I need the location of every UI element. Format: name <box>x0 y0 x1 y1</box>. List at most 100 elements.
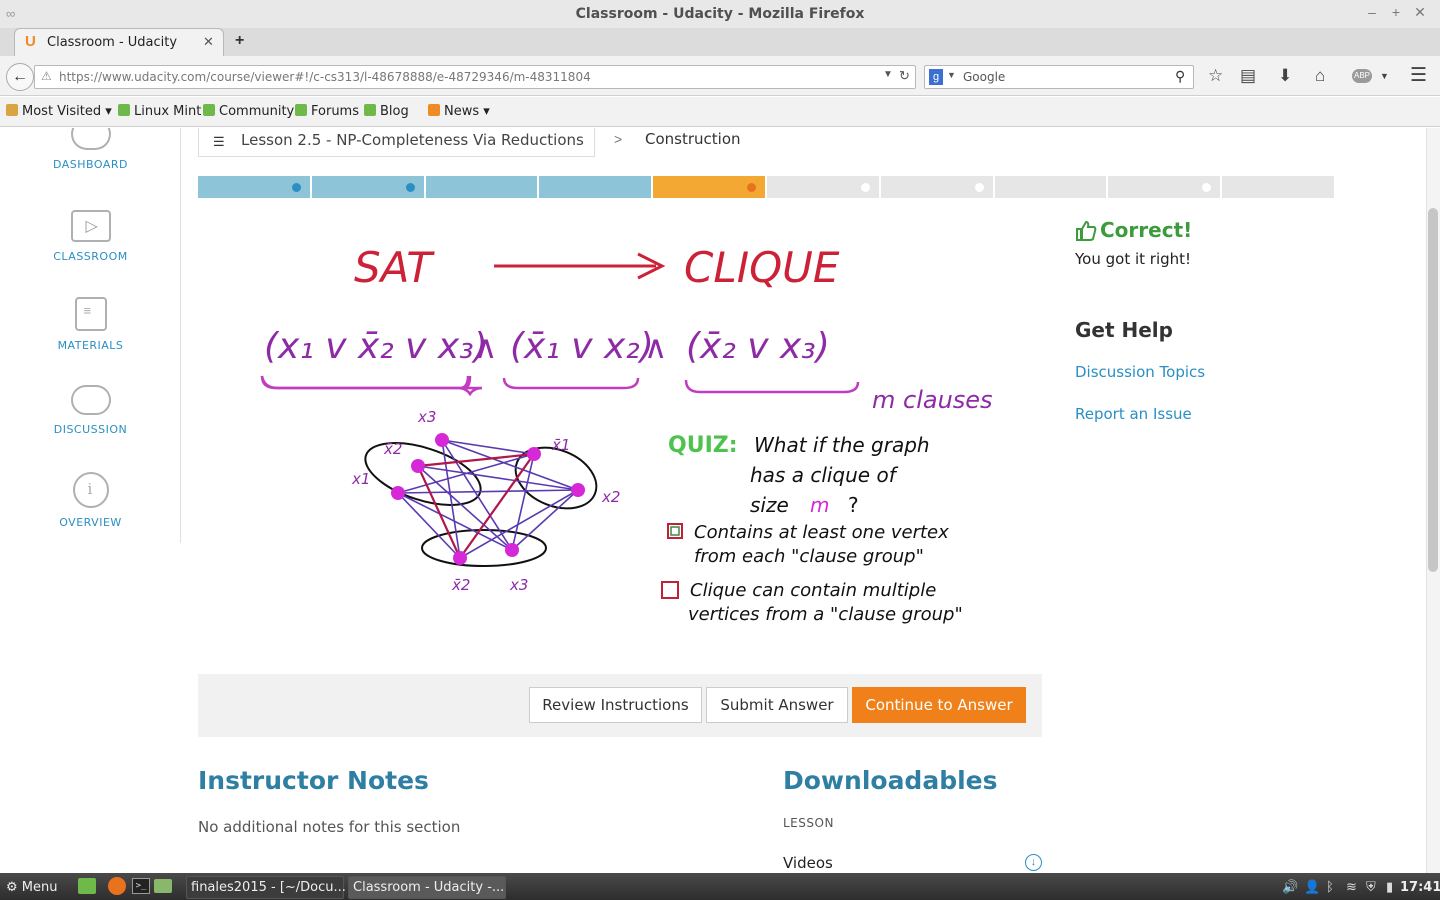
bookmark-forums[interactable]: Forums <box>295 104 359 119</box>
info-icon: i <box>72 472 109 508</box>
quiz-question-mark: ? <box>848 493 859 517</box>
brace-1b <box>260 375 470 390</box>
progress-segment[interactable] <box>198 176 310 198</box>
downloads-icon[interactable]: ⬇ <box>1278 66 1292 86</box>
submit-answer-button[interactable]: Submit Answer <box>706 687 848 723</box>
sidebar-item-classroom[interactable]: ▷ CLASSROOM <box>0 210 181 263</box>
instructor-notes-text: No additional notes for this section <box>198 818 461 836</box>
brace-2 <box>502 377 640 390</box>
brace-3 <box>684 379 860 394</box>
close-window-icon[interactable]: ✕ <box>1410 4 1430 21</box>
battery-icon[interactable]: ▮ <box>1386 879 1393 895</box>
quiz-controls: Review Instructions Submit Answer Contin… <box>198 674 1042 737</box>
option-2-checkbox[interactable] <box>661 581 679 599</box>
reading-list-icon[interactable]: ▤ <box>1240 66 1256 86</box>
minimize-icon[interactable]: – <box>1362 4 1382 20</box>
downloadables-section-label: LESSON <box>783 816 834 830</box>
new-tab-icon[interactable]: + <box>235 32 244 50</box>
show-desktop-icon[interactable] <box>78 878 96 894</box>
reload-icon[interactable]: ↻ <box>899 68 910 84</box>
search-bar[interactable]: g ▼ Google ⚲ <box>924 65 1194 89</box>
sidebar-item-overview[interactable]: i OVERVIEW <box>0 472 181 529</box>
url-text[interactable]: https://www.udacity.com/course/viewer#!/… <box>59 70 591 84</box>
progress-segment[interactable] <box>767 176 879 198</box>
download-arrow-icon[interactable]: ↓ <box>1025 854 1042 871</box>
progress-segment[interactable] <box>994 176 1107 198</box>
progress-segment[interactable] <box>653 176 765 198</box>
sidebar-item-dashboard[interactable]: DASHBOARD <box>0 128 181 171</box>
warning-triangle-icon[interactable]: ⚠ <box>41 69 52 83</box>
bookmark-blog[interactable]: Blog <box>364 104 409 119</box>
files-launcher-icon[interactable] <box>154 879 172 893</box>
clique-graph: x3 x̄2 x̄1 x1 x2 x̄2 x3 <box>351 408 620 594</box>
page-content: DASHBOARD ▷ CLASSROOM ≡ MATERIALS DISCUS… <box>0 128 1426 873</box>
lesson-title: Lesson 2.5 - NP-Completeness Via Reducti… <box>241 131 584 149</box>
download-videos-item[interactable]: Videos <box>783 854 833 872</box>
menu-label: Menu <box>21 880 58 895</box>
progress-segment[interactable] <box>425 176 538 198</box>
mint-icon <box>118 104 130 116</box>
taskbar-window-editor[interactable]: finales2015 - [~/Docu... <box>186 876 346 899</box>
label-x2bar-b: x̄2 <box>451 576 470 594</box>
clause-1: (x₁ v x̄₂ v x₃) <box>264 326 488 367</box>
title-sat: SAT <box>354 243 435 292</box>
scrollbar-thumb[interactable] <box>1428 208 1438 572</box>
breadcrumb-separator: > <box>614 131 623 147</box>
sidebar-label: MATERIALS <box>57 339 124 352</box>
bookmark-news[interactable]: News ▾ <box>428 104 490 119</box>
continue-to-answer-button[interactable]: Continue to Answer <box>852 687 1026 723</box>
url-bar[interactable]: ⚠ https://www.udacity.com/course/viewer#… <box>34 65 916 89</box>
search-input[interactable]: Google <box>963 70 1005 84</box>
adblock-dropdown-icon[interactable]: ▼ <box>1380 71 1389 81</box>
hamburger-menu-icon[interactable]: ☰ <box>1410 64 1427 87</box>
play-icon: ▷ <box>70 210 111 242</box>
sidebar-item-materials[interactable]: ≡ MATERIALS <box>0 297 181 352</box>
bluetooth-icon[interactable]: ᛒ <box>1326 879 1334 894</box>
udacity-favicon-icon: U <box>25 33 36 50</box>
sidebar-label: DISCUSSION <box>53 423 128 436</box>
option-1-line-1: Contains at least one vertex <box>694 522 949 543</box>
progress-segment[interactable] <box>880 176 993 198</box>
clique-edges <box>416 452 535 559</box>
search-icon[interactable]: ⚲ <box>1175 68 1185 85</box>
mint-icon <box>203 104 215 116</box>
user-icon[interactable]: 👤 <box>1304 879 1320 895</box>
breadcrumb-current: Construction <box>645 130 741 148</box>
wifi-icon[interactable]: ≋ <box>1346 879 1357 895</box>
home-icon[interactable]: ⌂ <box>1315 66 1325 86</box>
volume-icon[interactable]: 🔊 <box>1282 879 1298 895</box>
taskbar-window-firefox[interactable]: Classroom - Udacity -... <box>348 876 506 899</box>
back-arrow-icon[interactable]: ← <box>6 63 34 91</box>
lecture-video[interactable]: SAT CLIQUE (x₁ v x̄₂ v x₃) ∧ (x̄₁ v x₂) … <box>198 216 1042 646</box>
bookmark-most-visited[interactable]: Most Visited ▾ <box>6 104 112 119</box>
progress-segment[interactable] <box>1108 176 1221 198</box>
bookmark-star-icon[interactable]: ☆ <box>1208 66 1223 86</box>
start-menu-button[interactable]: ⚙ Menu <box>6 880 58 895</box>
engine-dropdown-icon[interactable]: ▼ <box>947 70 956 80</box>
terminal-launcher-icon[interactable]: >_ <box>132 878 150 894</box>
adblock-icon[interactable]: ABP <box>1352 69 1372 83</box>
tab-close-icon[interactable]: ✕ <box>203 34 214 50</box>
progress-segment[interactable] <box>1222 176 1334 198</box>
bookmark-linux-mint[interactable]: Linux Mint <box>118 104 201 119</box>
browser-tab[interactable]: U Classroom - Udacity ✕ <box>14 28 224 57</box>
maximize-icon[interactable]: + <box>1386 4 1406 20</box>
report-issue-link[interactable]: Report an Issue <box>1075 405 1192 423</box>
shield-icon[interactable]: ⛨ <box>1366 879 1376 895</box>
url-dropdown-icon[interactable]: ▼ <box>883 69 893 80</box>
tab-title: Classroom - Udacity <box>47 35 178 50</box>
bookmark-label: Community <box>219 104 295 119</box>
and-1: ∧ <box>474 328 497 366</box>
title-clique: CLIQUE <box>684 243 840 292</box>
bookmark-label: Most Visited ▾ <box>22 104 112 119</box>
google-engine-icon[interactable]: g <box>929 69 943 85</box>
sidebar-item-discussion[interactable]: DISCUSSION <box>0 385 181 436</box>
review-instructions-button[interactable]: Review Instructions <box>529 687 702 723</box>
progress-segment[interactable] <box>311 176 424 198</box>
progress-segment[interactable] <box>539 176 652 198</box>
lesson-dropdown[interactable]: ☰ Lesson 2.5 - NP-Completeness Via Reduc… <box>198 128 595 157</box>
bookmark-community[interactable]: Community <box>203 104 294 119</box>
label-x2bar-a: x̄2 <box>383 440 402 458</box>
discussion-topics-link[interactable]: Discussion Topics <box>1075 363 1205 381</box>
firefox-launcher-icon[interactable] <box>108 877 126 895</box>
